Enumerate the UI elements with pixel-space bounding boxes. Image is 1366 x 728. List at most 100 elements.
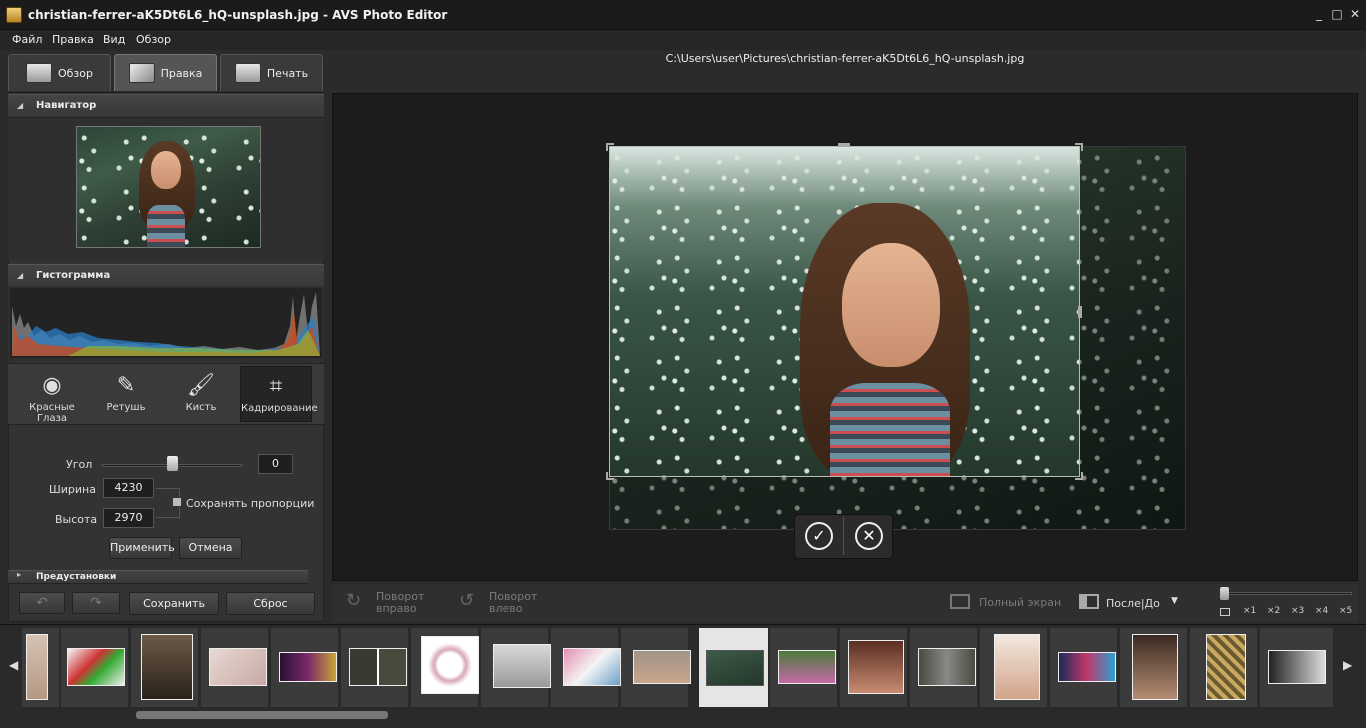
navigator-thumbnail[interactable] <box>76 126 261 248</box>
reset-button[interactable]: Сброс <box>226 592 315 615</box>
tool-retouch[interactable]: ✎ Ретушь <box>90 366 162 422</box>
undo-button[interactable]: ↶ <box>19 592 65 614</box>
thumbnail-cell[interactable] <box>621 628 691 707</box>
tool-label: Ретушь <box>106 402 146 413</box>
thumbnail-cell[interactable] <box>910 628 978 707</box>
collapse-triangle-icon: ◢ <box>17 101 24 110</box>
angle-input[interactable]: 0 <box>258 454 293 474</box>
crop-selection[interactable] <box>609 146 1080 477</box>
rotate-left-label[interactable]: Поворот влево <box>489 591 541 615</box>
keep-ratio-label: Сохранять пропорции <box>186 497 315 510</box>
chevron-down-icon[interactable]: ▼ <box>1171 596 1178 606</box>
scroll-right-icon[interactable]: ▶ <box>1343 658 1352 672</box>
fullscreen-icon[interactable] <box>950 594 970 609</box>
thumbnail-cell[interactable] <box>481 628 551 707</box>
thumbnail-cell[interactable] <box>1120 628 1188 707</box>
menu-bar <box>0 30 1366 50</box>
before-after-label[interactable]: После|До <box>1106 597 1160 610</box>
histogram-panel <box>8 286 324 362</box>
thumbnail-cell[interactable] <box>1190 628 1258 707</box>
minimize-button[interactable]: _ <box>1310 6 1328 22</box>
tool-brush[interactable]: 🖌 Кисть <box>165 366 237 422</box>
crop-icon: ⌗ <box>269 374 283 399</box>
navigator-panel <box>8 118 324 260</box>
fit-zoom-icon[interactable] <box>1220 608 1230 616</box>
title-bar: christian-ferrer-aK5Dt6L6_hQ-unsplash.jp… <box>0 0 1366 30</box>
cancel-button[interactable]: Отмена <box>179 537 242 559</box>
thumbnail-cell-selected[interactable] <box>699 628 769 707</box>
thumbnail-cell[interactable] <box>22 628 60 707</box>
cancel-crop-icon[interactable]: ✕ <box>855 522 883 550</box>
maximize-button[interactable]: □ <box>1328 6 1346 22</box>
zoom-x1[interactable]: ×1 <box>1243 606 1256 616</box>
histogram-header[interactable]: ◢ Гистограмма <box>8 264 324 288</box>
rotate-right-label[interactable]: Поворот вправо <box>376 591 428 615</box>
thumbnail-cell[interactable] <box>201 628 269 707</box>
histogram-title: Гистограмма <box>36 270 111 281</box>
crop-handle-top[interactable] <box>838 143 850 147</box>
rotate-left-icon[interactable]: ↺ <box>459 590 483 612</box>
paint-brush-icon: 🖌 <box>187 373 215 398</box>
save-button[interactable]: Сохранить <box>129 592 219 615</box>
zoom-x3[interactable]: ×3 <box>1291 606 1304 616</box>
zoom-slider-track[interactable] <box>1222 592 1352 595</box>
thumbnail-cell[interactable] <box>980 628 1048 707</box>
tab-label: Правка <box>160 66 203 80</box>
keep-ratio-checkbox[interactable] <box>172 497 182 507</box>
thumbnail-cell[interactable] <box>61 628 129 707</box>
tool-label: Кисть <box>185 402 217 413</box>
tool-label: Красные Глаза <box>29 402 75 424</box>
before-after-icon[interactable] <box>1079 594 1099 609</box>
presets-header[interactable]: ▸ Предустановки <box>8 570 308 584</box>
tab-label: Обзор <box>57 66 93 80</box>
presets-title: Предустановки <box>36 572 117 582</box>
menu-edit[interactable]: Правка <box>52 33 94 46</box>
thumbnail-cell[interactable] <box>271 628 339 707</box>
thumbnail-cell[interactable] <box>411 628 479 707</box>
angle-label: Угол <box>66 458 93 471</box>
width-input[interactable]: 4230 <box>103 478 154 498</box>
navigator-title: Навигатор <box>36 100 97 111</box>
navigator-header[interactable]: ◢ Навигатор <box>8 94 324 118</box>
tab-edit[interactable]: Правка <box>114 54 217 91</box>
printer-icon <box>234 63 261 83</box>
menu-file[interactable]: Файл <box>12 33 42 46</box>
window-title: christian-ferrer-aK5Dt6L6_hQ-unsplash.jp… <box>28 8 448 22</box>
crop-handle-right[interactable] <box>1078 306 1082 318</box>
zoom-x5[interactable]: ×5 <box>1339 606 1352 616</box>
tool-crop[interactable]: ⌗ Кадрирование <box>240 366 318 422</box>
height-input[interactable]: 2970 <box>103 508 154 528</box>
zoom-x4[interactable]: ×4 <box>1315 606 1328 616</box>
thumbnail-cell[interactable] <box>131 628 199 707</box>
redo-button[interactable]: ↷ <box>72 592 120 614</box>
thumbnail-cell[interactable] <box>341 628 409 707</box>
crop-handle-top-left[interactable] <box>606 143 614 151</box>
zoom-x2[interactable]: ×2 <box>1267 606 1280 616</box>
folder-icon <box>25 63 52 83</box>
crop-handle-bottom-left[interactable] <box>606 472 614 480</box>
tab-browse[interactable]: Обзор <box>8 54 111 91</box>
thumbnail-cell[interactable] <box>770 628 838 707</box>
zoom-slider-thumb[interactable] <box>1220 587 1229 600</box>
tab-print[interactable]: Печать <box>220 54 323 91</box>
tool-red-eye[interactable]: ◉ Красные Глаза <box>16 366 88 424</box>
confirm-crop-icon[interactable]: ✓ <box>805 522 833 550</box>
thumbnail-cell[interactable] <box>1050 628 1118 707</box>
filmstrip-scrollbar-thumb[interactable] <box>136 711 388 719</box>
close-button[interactable]: ✕ <box>1346 6 1364 22</box>
thumbnail-cell[interactable] <box>840 628 908 707</box>
angle-slider-thumb[interactable] <box>167 456 178 471</box>
crop-handle-bottom-right[interactable] <box>1075 472 1083 480</box>
apply-button[interactable]: Применить <box>109 537 175 559</box>
thumbnail-cell[interactable] <box>1260 628 1334 707</box>
edit-icon <box>128 63 155 83</box>
crop-handle-top-right[interactable] <box>1075 143 1083 151</box>
rotate-right-icon[interactable]: ↻ <box>346 590 370 612</box>
scroll-left-icon[interactable]: ◀ <box>9 658 18 672</box>
tab-label: Печать <box>266 66 309 80</box>
expand-triangle-icon: ▸ <box>17 570 22 579</box>
thumbnail-cell[interactable] <box>551 628 621 707</box>
menu-browse[interactable]: Обзор <box>136 33 171 46</box>
menu-view[interactable]: Вид <box>103 33 125 46</box>
fullscreen-label[interactable]: Полный экран <box>979 597 1061 609</box>
